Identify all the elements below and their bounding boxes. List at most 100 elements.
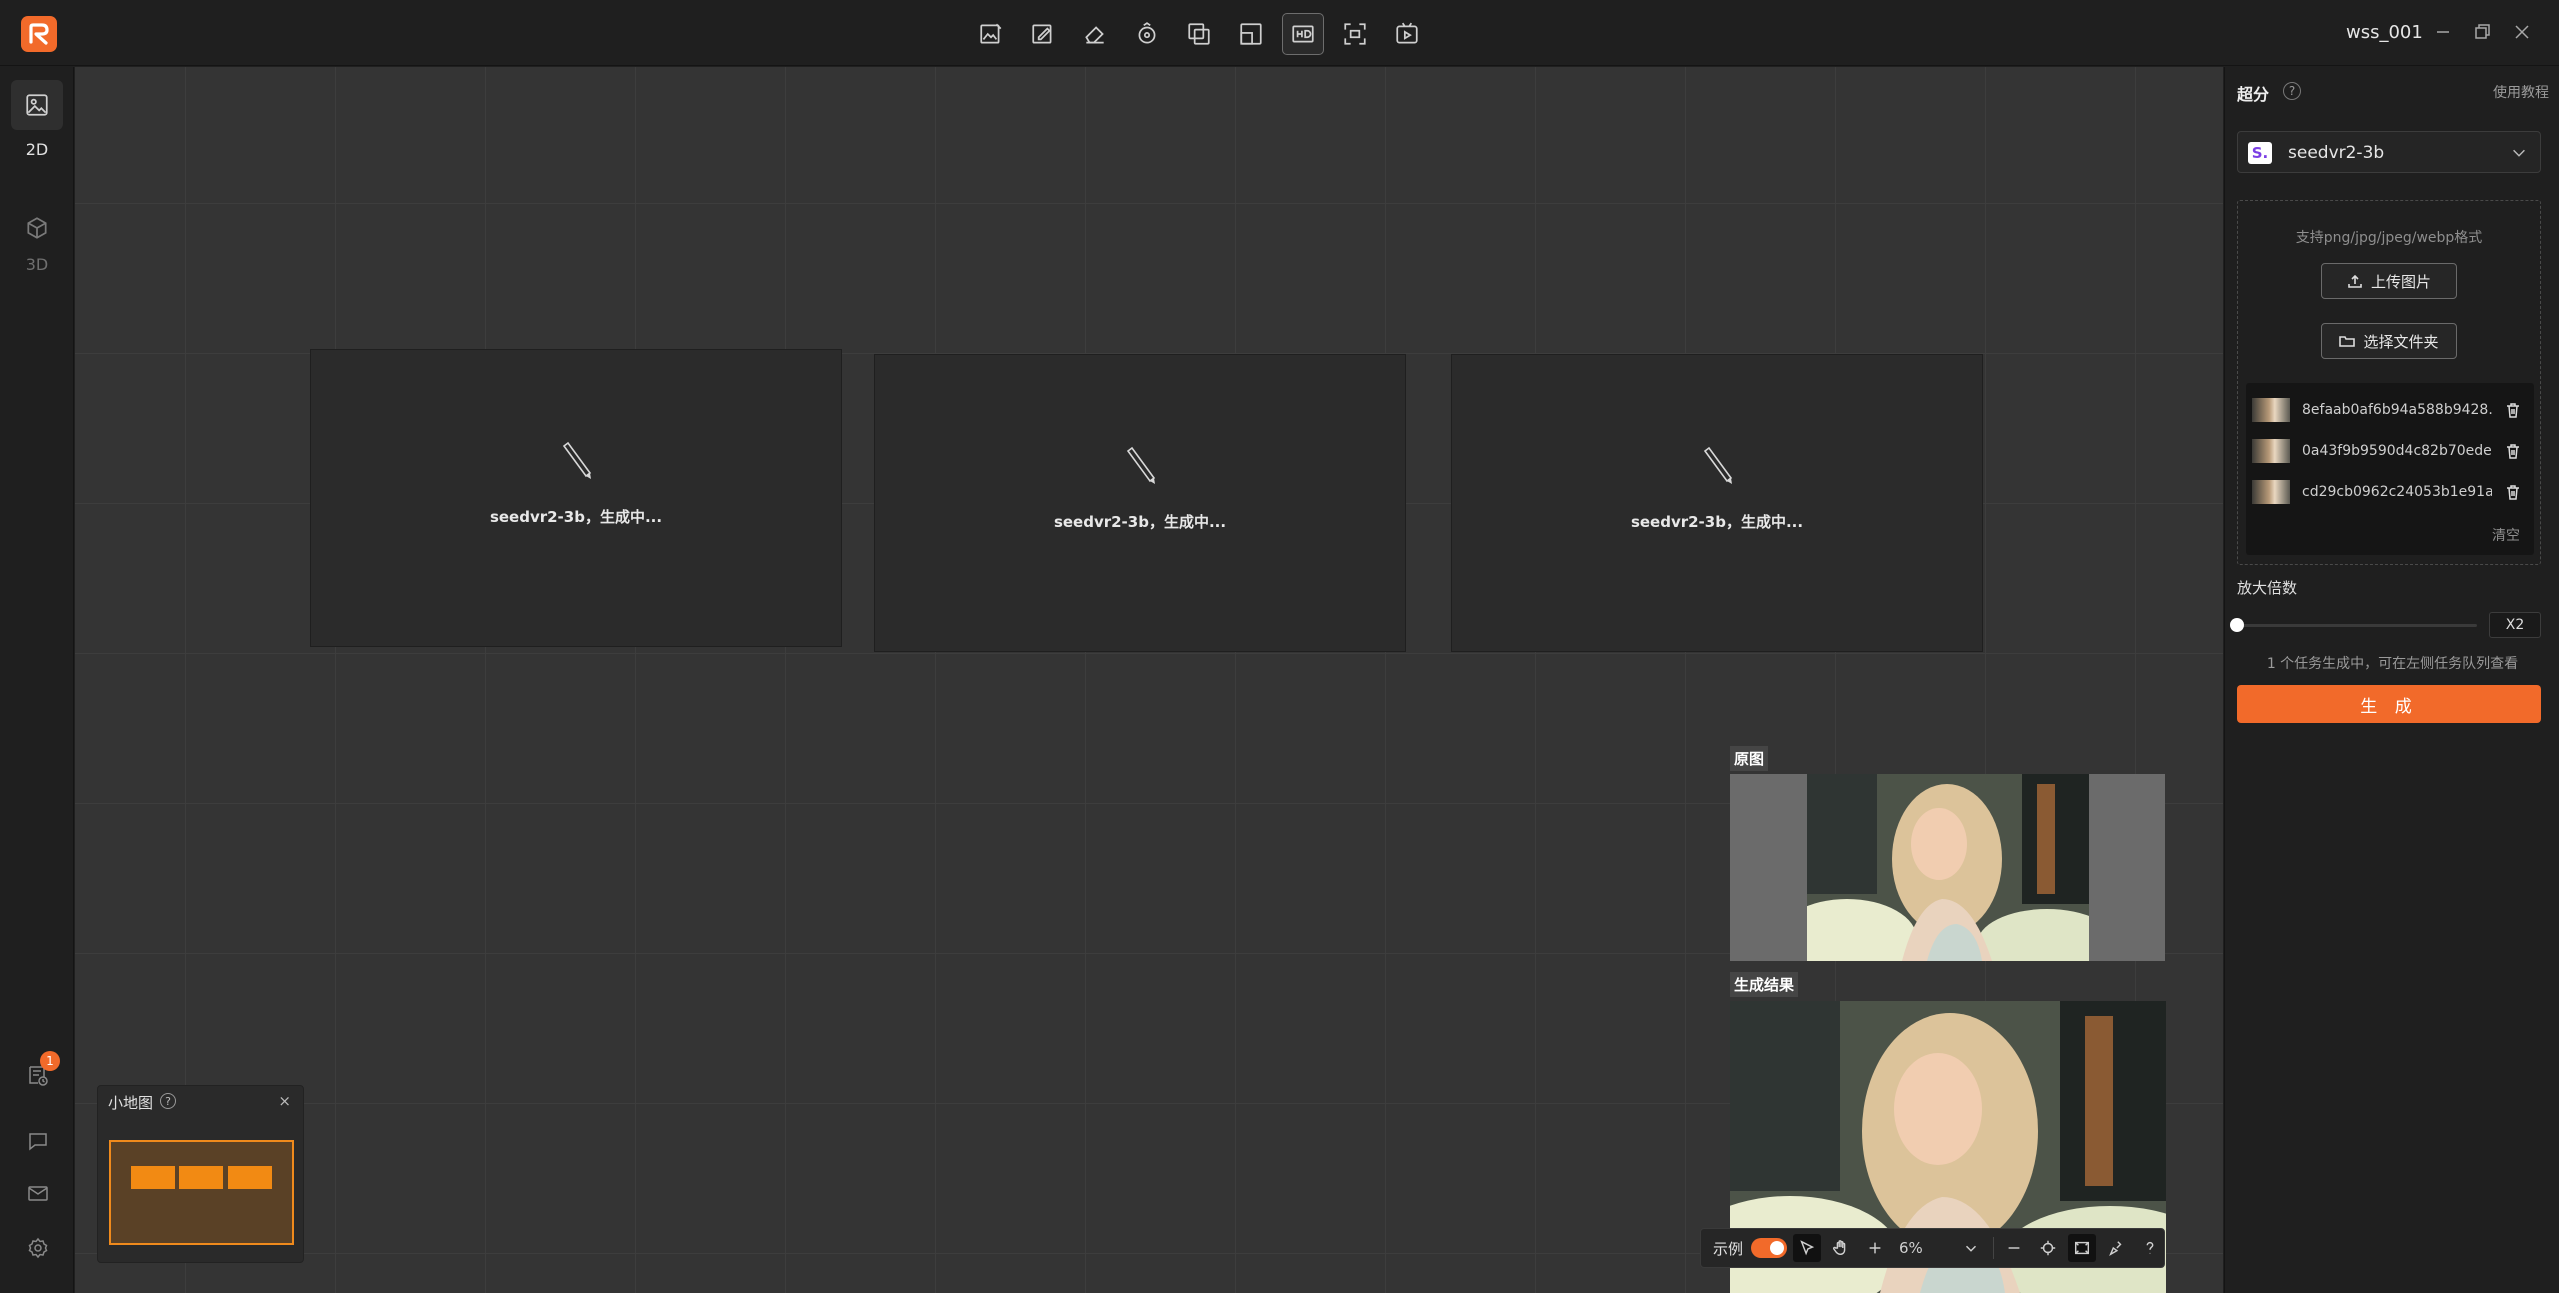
file-name: 0a43f9b9590d4c82b70ede... — [2302, 443, 2492, 459]
panel-help-icon[interactable]: ? — [2283, 82, 2301, 100]
fit-screen-icon[interactable] — [2068, 1234, 2097, 1262]
task-status-text: 1 个任务生成中，可在左侧任务队列查看 — [2266, 656, 2519, 672]
close-icon[interactable] — [2508, 18, 2536, 46]
select-cursor-icon[interactable] — [1793, 1234, 1822, 1262]
hand-pan-icon[interactable] — [1827, 1234, 1855, 1262]
nav-label-3d: 3D — [25, 255, 49, 274]
generating-status: seedvr2-3b，生成中... — [489, 508, 663, 526]
image-icon[interactable] — [11, 80, 63, 130]
add-icon[interactable] — [1861, 1234, 1889, 1262]
generating-card[interactable]: seedvr2-3b，生成中... — [1451, 354, 1983, 652]
generating-card[interactable]: seedvr2-3b，生成中... — [874, 354, 1406, 652]
scale-value[interactable]: X2 — [2489, 612, 2541, 638]
cube-icon[interactable] — [11, 203, 63, 253]
model-select[interactable]: S. seedvr2-3b — [2237, 131, 2541, 173]
generating-card[interactable]: seedvr2-3b，生成中... — [310, 349, 842, 647]
upload-icon — [2348, 274, 2362, 288]
video-play-icon[interactable] — [1386, 13, 1428, 55]
loading-pencil-icon — [562, 441, 592, 479]
zoom-level[interactable]: 6% — [1899, 1239, 1951, 1257]
chevron-down-icon[interactable] — [1957, 1234, 1985, 1262]
image-brush-icon[interactable] — [1022, 13, 1064, 55]
file-name: cd29cb0962c24053b1e91a... — [2302, 484, 2492, 500]
tutorial-link[interactable]: 使用教程 — [2493, 82, 2549, 102]
nav-item-2d[interactable]: 2D — [10, 80, 64, 159]
minimize-icon[interactable] — [2429, 18, 2457, 46]
upload-format-hint: 支持png/jpg/jpeg/webp格式 — [2295, 230, 2483, 246]
scale-label: 放大倍数 — [2237, 579, 2298, 597]
chat-icon[interactable] — [20, 1123, 56, 1159]
list-item[interactable]: cd29cb0962c24053b1e91a... — [2252, 479, 2528, 505]
list-item[interactable]: 8efaab0af6b94a588b9428... — [2252, 397, 2528, 423]
generate-button[interactable]: 生 成 — [2237, 685, 2541, 723]
zoom-out-icon[interactable] — [2000, 1234, 2028, 1262]
top-bar: wss_001 — [0, 0, 2559, 66]
generating-status: seedvr2-3b，生成中... — [1053, 513, 1227, 531]
folder-icon — [2339, 336, 2356, 347]
file-thumbnail — [2252, 398, 2290, 422]
canvas-bottom-toolbar: 示例 6% — [1700, 1228, 2165, 1268]
model-logo-icon: S. — [2248, 142, 2272, 164]
upload-image-label: 上传图片 — [2370, 272, 2431, 291]
app-logo-icon — [21, 16, 57, 52]
hd-upscale-icon[interactable] — [1282, 13, 1324, 55]
left-nav: 2D 3D 1 — [0, 67, 74, 1293]
layers-icon[interactable] — [1178, 13, 1220, 55]
example-toggle[interactable] — [1751, 1238, 1788, 1258]
minimap-close-icon[interactable]: × — [278, 1092, 291, 1110]
trash-icon[interactable] — [2504, 483, 2522, 501]
file-thumbnail — [2252, 439, 2290, 463]
portrait-photo — [1807, 774, 2089, 961]
right-panel: 超分 ? 使用教程 S. seedvr2-3b 支持png/jpg/jpeg/w… — [2224, 67, 2559, 1293]
task-badge: 1 — [40, 1051, 60, 1071]
list-item[interactable]: 0a43f9b9590d4c82b70ede... — [2252, 438, 2528, 464]
scale-slider-handle[interactable] — [2230, 618, 2244, 632]
generating-status: seedvr2-3b，生成中... — [1630, 513, 1804, 531]
select-folder-label: 选择文件夹 — [2363, 332, 2439, 351]
username-label[interactable]: wss_001 — [2346, 22, 2423, 43]
mail-icon[interactable] — [20, 1175, 56, 1211]
minimap-help-icon[interactable]: ? — [160, 1093, 176, 1109]
minimap-panel[interactable]: 小地图 ? × — [97, 1085, 304, 1263]
main-toolbar — [970, 13, 1428, 55]
help-icon[interactable] — [2136, 1234, 2164, 1262]
locate-center-icon[interactable] — [2034, 1234, 2062, 1262]
image-edit-icon[interactable] — [970, 13, 1012, 55]
crop-frame-icon[interactable] — [1334, 13, 1376, 55]
eraser-icon[interactable] — [1074, 13, 1116, 55]
trash-icon[interactable] — [2504, 401, 2522, 419]
face-swap-icon[interactable] — [1126, 13, 1168, 55]
settings-gear-icon[interactable] — [20, 1230, 56, 1266]
file-name: 8efaab0af6b94a588b9428... — [2302, 402, 2492, 418]
nav-item-3d[interactable]: 3D — [10, 203, 64, 274]
app-window: wss_001 2D 3D 1 seedvr2-3b，生成中... seedvr… — [0, 0, 2559, 1293]
minimap-card — [228, 1166, 272, 1189]
original-image[interactable] — [1730, 774, 2165, 961]
clean-brush-icon[interactable] — [2102, 1234, 2130, 1262]
clear-list-button[interactable]: 清空 — [2492, 525, 2520, 545]
minimap-title: 小地图 — [108, 1094, 154, 1112]
canvas-area[interactable]: seedvr2-3b，生成中... seedvr2-3b，生成中... seed… — [75, 67, 2223, 1293]
chevron-down-icon — [2513, 149, 2525, 157]
minimap-viewport[interactable] — [109, 1140, 294, 1245]
model-name: seedvr2-3b — [2288, 143, 2385, 163]
expand-icon[interactable] — [1230, 13, 1272, 55]
upload-image-button[interactable]: 上传图片 — [2321, 263, 2457, 299]
scale-slider[interactable] — [2230, 618, 2477, 632]
nav-label-2d: 2D — [25, 140, 49, 159]
restore-icon[interactable] — [2468, 18, 2496, 46]
minimap-card — [131, 1166, 175, 1189]
loading-pencil-icon — [1126, 446, 1156, 484]
toolbar-divider — [1993, 1237, 1995, 1259]
minimap-card — [179, 1166, 223, 1189]
file-list: 8efaab0af6b94a588b9428... 0a43f9b9590d4c… — [2246, 383, 2534, 555]
loading-pencil-icon — [1703, 446, 1733, 484]
file-thumbnail — [2252, 480, 2290, 504]
task-queue-button[interactable]: 1 — [20, 1051, 60, 1093]
panel-title: 超分 — [2237, 85, 2270, 104]
upload-dropzone[interactable]: 支持png/jpg/jpeg/webp格式 上传图片 选择文件夹 8efaab0… — [2237, 200, 2541, 565]
select-folder-button[interactable]: 选择文件夹 — [2321, 323, 2457, 359]
result-label: 生成结果 — [1730, 972, 1799, 997]
trash-icon[interactable] — [2504, 442, 2522, 460]
original-label: 原图 — [1730, 746, 1769, 771]
